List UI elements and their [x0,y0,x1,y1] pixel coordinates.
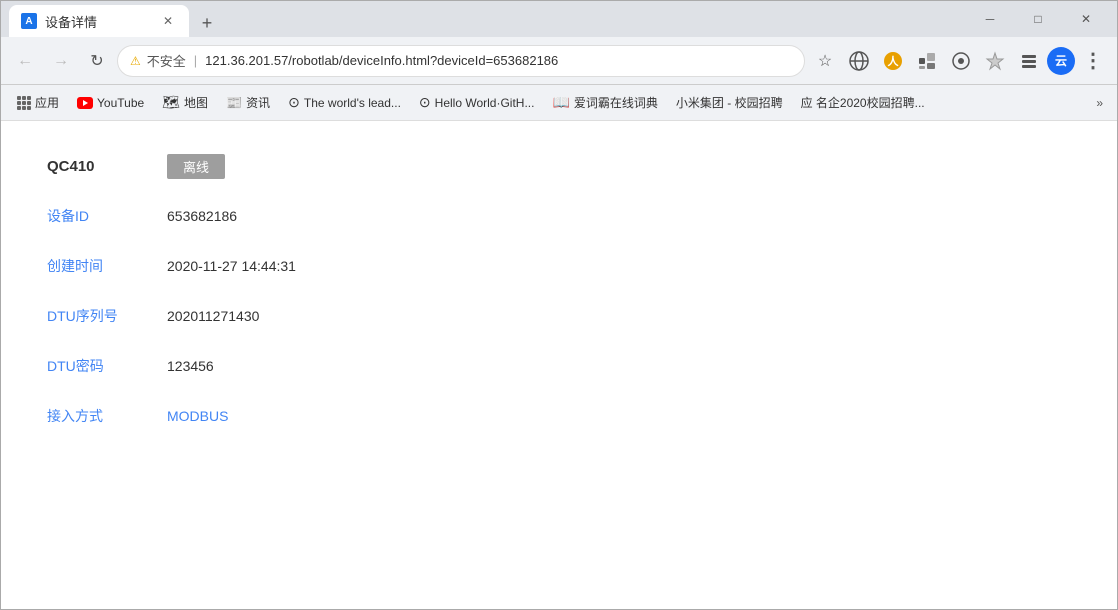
tab-title: 设备详情 [45,12,151,31]
maps-icon: 🗺 [162,94,180,111]
dict-icon: 📖 [552,94,569,111]
apps-icon [17,96,31,110]
device-status-cell: 离线 [151,141,1087,191]
bookmark-maps[interactable]: 🗺 地图 [154,90,216,115]
title-bar: A 设备详情 ✕ + － □ ✕ [1,1,1117,37]
create-time-row: 创建时间 2020-11-27 14:44:31 [31,241,1087,291]
device-name-row: QC410 离线 [31,141,1087,191]
campus-label: 应 名企2020校园招聘... [801,94,925,111]
youtube-icon [77,97,93,109]
bookmark-star-button[interactable]: ☆ [809,45,841,77]
device-info-table: QC410 离线 设备ID 653682186 创建时间 2020-11-27 … [31,141,1087,441]
hello-label: Hello World·GitH... [435,96,535,110]
youtube-label: YouTube [97,96,144,110]
bookmark-github[interactable]: ⊙ The world's lead... [280,90,409,115]
more-options-button[interactable]: ⋮ [1077,45,1109,77]
dtu-password-label: DTU密码 [31,341,151,391]
svg-text:人: 人 [888,54,900,68]
toolbar-icons: ☆ 人 [809,45,1109,77]
address-bar: ← → ↻ ⚠ 不安全 | 121.36.201.57/robotlab/dev… [1,37,1117,85]
tab-favicon: A [21,13,37,29]
page-content: QC410 离线 设备ID 653682186 创建时间 2020-11-27 … [1,121,1117,609]
youtube-play-icon [83,100,88,106]
access-method-value: MODBUS [151,391,1087,441]
back-button[interactable]: ← [9,45,41,77]
extensions-button[interactable] [1013,45,1045,77]
close-button[interactable]: ✕ [1063,3,1109,35]
maps-label: 地图 [184,94,208,111]
extension3-icon-button[interactable] [979,45,1011,77]
profile-icon-button[interactable]: 人 [877,45,909,77]
bookmark-youtube[interactable]: YouTube [69,92,152,114]
minimize-button[interactable]: － [967,3,1013,35]
github-label: The world's lead... [304,96,401,110]
bookmark-xiaomi[interactable]: 小米集团 - 校园招聘 [668,90,791,115]
bookmark-dict[interactable]: 📖 爱词霸在线词典 [544,90,665,115]
device-name-label: QC410 [31,141,151,191]
dict-label: 爱词霸在线词典 [574,94,658,111]
active-tab[interactable]: A 设备详情 ✕ [9,5,189,37]
tab-close-button[interactable]: ✕ [159,12,177,30]
new-tab-button[interactable]: + [193,9,221,37]
device-id-label: 设备ID [31,191,151,241]
apps-label: 应用 [35,94,59,111]
forward-button[interactable]: → [45,45,77,77]
create-time-label: 创建时间 [31,241,151,291]
refresh-button[interactable]: ↻ [81,45,113,77]
bookmark-hello[interactable]: ⊙ Hello World·GitH... [411,90,543,115]
security-warning-icon: ⚠ [130,54,141,68]
device-id-row: 设备ID 653682186 [31,191,1087,241]
bookmark-apps[interactable]: 应用 [9,90,67,115]
bookmarks-bar: 应用 YouTube 🗺 地图 📰 资讯 ⊙ The world's lead.… [1,85,1117,121]
window-controls: － □ ✕ [967,3,1109,35]
news-icon: 📰 [226,95,242,111]
github-icon: ⊙ [288,94,300,111]
not-secure-label: 不安全 [147,51,186,70]
browser-window: A 设备详情 ✕ + － □ ✕ ← → ↻ ⚠ 不安全 | 121.36.20… [0,0,1118,610]
user-profile-button[interactable]: 云 [1047,47,1075,75]
access-method-label: 接入方式 [31,391,151,441]
dtu-password-value: 123456 [151,341,1087,391]
extension2-icon-button[interactable] [945,45,977,77]
dtu-serial-label: DTU序列号 [31,291,151,341]
news-label: 资讯 [246,94,270,111]
globe-icon-button[interactable] [843,45,875,77]
dtu-serial-value: 202011271430 [151,291,1087,341]
bookmark-campus[interactable]: 应 名企2020校园招聘... [793,90,933,115]
dtu-serial-row: DTU序列号 202011271430 [31,291,1087,341]
more-bookmarks-button[interactable]: » [1090,92,1109,114]
status-badge: 离线 [167,154,225,179]
create-time-value: 2020-11-27 14:44:31 [151,241,1087,291]
tab-area: A 设备详情 ✕ + [9,1,967,37]
xiaomi-label: 小米集团 - 校园招聘 [676,94,783,111]
extension-icon-button[interactable] [911,45,943,77]
access-method-row: 接入方式 MODBUS [31,391,1087,441]
device-id-value: 653682186 [151,191,1087,241]
bookmark-news[interactable]: 📰 资讯 [218,90,278,115]
hello-icon: ⊙ [419,94,431,111]
address-separator: | [194,53,197,68]
address-input-wrap[interactable]: ⚠ 不安全 | 121.36.201.57/robotlab/deviceInf… [117,45,805,77]
maximize-button[interactable]: □ [1015,3,1061,35]
dtu-password-row: DTU密码 123456 [31,341,1087,391]
url-text: 121.36.201.57/robotlab/deviceInfo.html?d… [205,53,792,68]
